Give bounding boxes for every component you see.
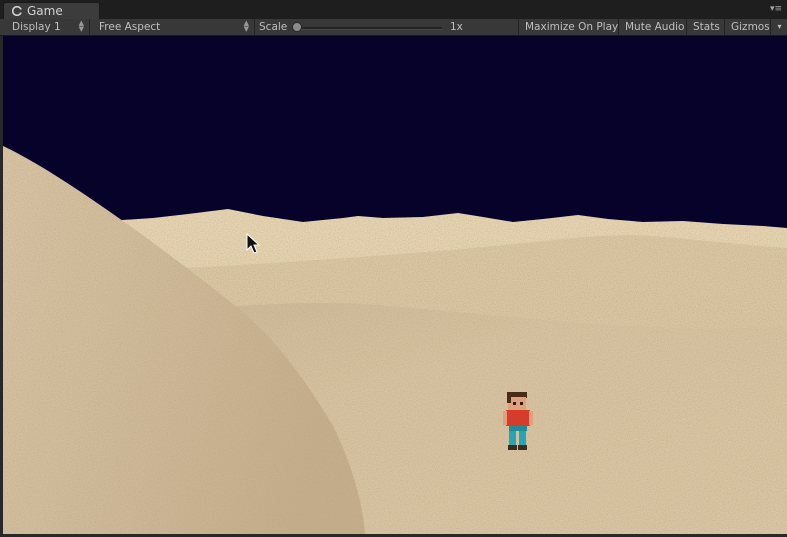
maximize-on-play-toggle[interactable]: Maximize On Play (518, 19, 624, 35)
stats-toggle[interactable]: Stats (686, 19, 726, 35)
tab-game[interactable]: Game (3, 2, 100, 19)
aspect-dropdown-label: Free Aspect (99, 21, 161, 33)
display-dropdown[interactable]: Display 1 ▲ ▼ (0, 19, 90, 35)
gizmos-toggle[interactable]: Gizmos (724, 19, 770, 35)
unity-icon (11, 4, 23, 17)
scale-slider-thumb[interactable] (292, 22, 302, 32)
tab-options-icon[interactable]: ▾≡ (770, 5, 782, 15)
gizmos-dropdown-arrow-icon[interactable]: ▾ (770, 19, 787, 35)
game-viewport[interactable] (3, 36, 787, 534)
mute-audio-toggle[interactable]: Mute Audio (618, 19, 690, 35)
game-toolbar: Display 1 ▲ ▼ Free Aspect ▲ ▼ Scale 1x Max… (0, 19, 787, 36)
updown-arrows-icon: ▲ ▼ (243, 19, 249, 33)
scale-label: Scale (259, 21, 288, 33)
tab-bar: Game ▾≡ (0, 0, 787, 20)
tab-game-label: Game (27, 4, 63, 18)
updown-arrows-icon: ▲ ▼ (78, 19, 84, 33)
scale-value: 1x (450, 21, 463, 33)
scale-slider-track[interactable] (297, 27, 442, 30)
aspect-dropdown[interactable]: Free Aspect ▲ ▼ (90, 19, 255, 35)
display-dropdown-label: Display 1 (12, 21, 61, 33)
game-scene (3, 36, 787, 534)
